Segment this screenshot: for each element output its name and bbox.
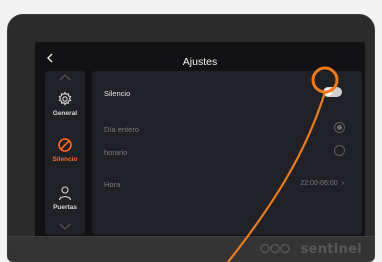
sidebar-item-silencio[interactable]: Silencio	[45, 137, 85, 163]
setting-label: Silencio	[104, 89, 131, 98]
device-frame: Ajustes General Silencio Puertas Silenci…	[7, 14, 375, 262]
toggle-knob	[324, 88, 332, 96]
screen: Ajustes General Silencio Puertas Silenci…	[35, 42, 365, 245]
brand-mark-icon	[260, 243, 290, 254]
sidebar-item-general[interactable]: General	[45, 91, 85, 117]
settings-panel: Silencio Día entero horario Hora 22:00-0…	[92, 71, 362, 235]
chevron-down-icon	[59, 223, 71, 230]
sidebar-item-label: General	[52, 110, 78, 117]
scroll-down-button[interactable]	[45, 222, 85, 232]
radio-dot	[337, 125, 342, 130]
setting-row-dia-entero: Día entero	[92, 121, 362, 141]
silencio-toggle[interactable]	[323, 87, 342, 97]
person-icon	[58, 186, 72, 201]
sidebar-item-puertas[interactable]: Puertas	[45, 185, 85, 211]
chevron-right-icon: ›	[341, 180, 344, 187]
horario-radio[interactable]	[334, 145, 345, 156]
device-bezel: sentinel	[8, 236, 374, 261]
scroll-up-button[interactable]	[45, 73, 85, 83]
prohibited-icon	[58, 138, 72, 152]
dia-entero-radio[interactable]	[334, 122, 345, 133]
setting-row-silencio: Silencio	[92, 85, 362, 105]
setting-row-horario: horario	[92, 144, 362, 164]
setting-label: Hora	[104, 180, 121, 189]
setting-row-hora[interactable]: Hora 22:00-06:00 ›	[92, 176, 362, 196]
sidebar: General Silencio Puertas	[45, 71, 85, 235]
sidebar-item-label: Silencio	[52, 156, 78, 163]
brand-name: sentinel	[300, 242, 362, 257]
page-title: Ajustes	[182, 56, 218, 68]
brand-logo: sentinel	[260, 242, 362, 257]
setting-label: horario	[104, 148, 128, 157]
setting-label: Día entero	[104, 125, 140, 134]
hora-value: 22:00-06:00 ›	[300, 180, 344, 187]
gear-icon	[58, 91, 72, 106]
chevron-up-icon	[59, 74, 71, 81]
hora-value-text: 22:00-06:00	[300, 180, 338, 187]
sidebar-item-label: Puertas	[53, 204, 77, 211]
